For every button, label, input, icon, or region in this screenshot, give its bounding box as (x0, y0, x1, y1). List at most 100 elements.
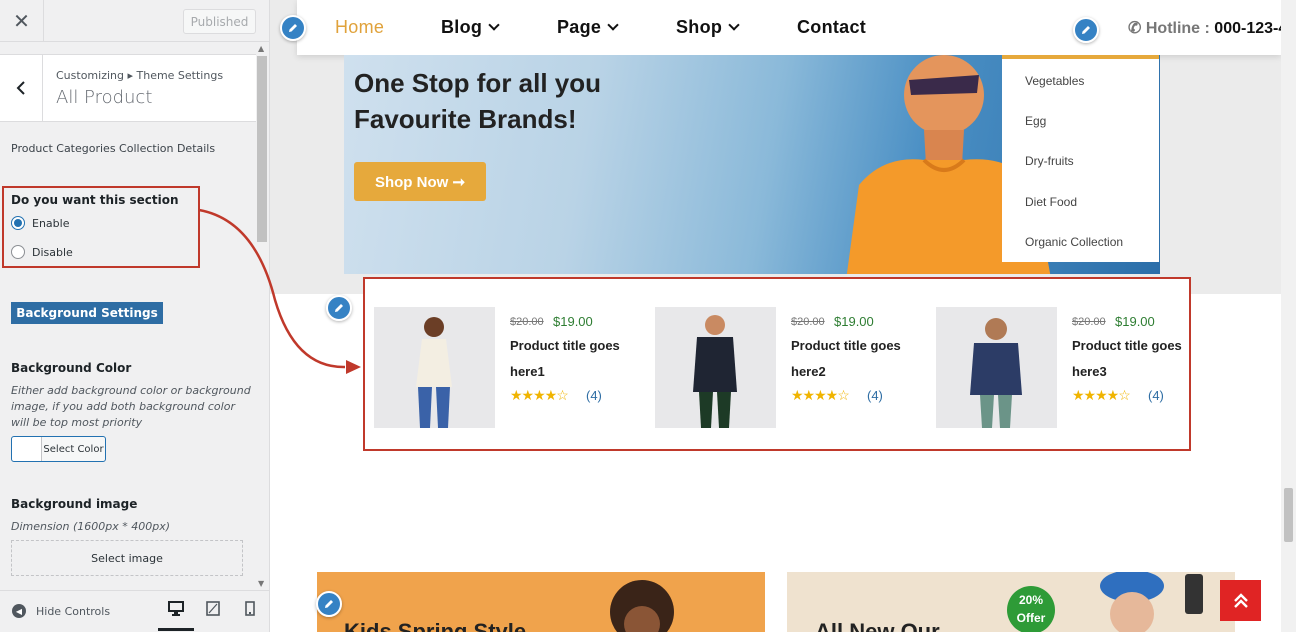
price: $19.00 (553, 314, 593, 329)
review-count[interactable]: (4) (586, 388, 602, 403)
customizer-panel: Customizing ▸ Theme Settings All Product… (0, 42, 256, 590)
products-section: $20.00 $19.00 Product title goes here1 ★… (363, 277, 1191, 451)
category-item[interactable]: Vegetables (1025, 74, 1084, 88)
banner-text: All New Our (815, 619, 940, 632)
product-card[interactable]: $20.00 $19.00 Product title goes here1 ★… (374, 307, 644, 429)
radio-disable[interactable]: Disable (11, 245, 73, 259)
product-title-suffix[interactable]: here1 (510, 364, 545, 379)
section-title: All Product (56, 87, 153, 108)
mobile-preview-button[interactable] (232, 601, 268, 631)
product-card[interactable]: $20.00 $19.00 Product title goes here3 ★… (936, 307, 1206, 429)
price: $19.00 (834, 314, 874, 329)
desktop-preview-button[interactable] (158, 601, 194, 631)
product-image[interactable] (374, 307, 495, 428)
chevron-left-icon (16, 81, 25, 95)
close-icon: ✕ (13, 9, 30, 33)
old-price: $20.00 (791, 316, 825, 328)
customizer-header: ✕ Published (0, 0, 269, 42)
scroll-to-top-button[interactable] (1220, 580, 1261, 621)
section-toggle-label: Do you want this section (11, 193, 179, 207)
nav-home[interactable]: Home (335, 17, 384, 38)
chevron-down-icon (488, 19, 500, 31)
hero-title-line2: Favourite Brands! (354, 104, 577, 134)
product-title[interactable]: Product title goes (510, 338, 620, 353)
hide-controls-label: Hide Controls (36, 604, 111, 618)
radio-enable[interactable]: Enable (11, 216, 69, 230)
select-image-button[interactable]: Select image (11, 540, 243, 576)
chevron-down-icon (607, 19, 619, 31)
published-button[interactable]: Published (183, 9, 256, 34)
nav-contact-label: Contact (797, 17, 867, 37)
product-image[interactable] (655, 307, 776, 428)
offer-badge: 20% Offer (1007, 586, 1055, 632)
customizer-footer: ◀ Hide Controls (0, 590, 269, 632)
rating-stars: ★★★★☆ (510, 387, 569, 403)
tablet-preview-button[interactable] (195, 601, 231, 631)
edit-navbar-pencil[interactable] (280, 15, 306, 41)
category-menu: Vegetables Egg Dry-fruits Diet Food Orga… (1002, 55, 1159, 262)
product-card[interactable]: $20.00 $19.00 Product title goes here2 ★… (655, 307, 925, 429)
select-color-button[interactable]: Select Color (11, 436, 106, 462)
pencil-icon (325, 600, 333, 608)
select-color-label: Select Color (43, 443, 104, 455)
radio-enable-dot[interactable] (11, 216, 25, 230)
rating-stars: ★★★★☆ (1072, 387, 1131, 403)
preview-scrollbar[interactable] (1281, 0, 1296, 632)
rating-stars: ★★★★☆ (791, 387, 850, 403)
offer-badge-percent: 20% (1018, 593, 1044, 607)
hotline-label: Hotline : (1145, 20, 1215, 37)
background-color-description: Either add background color or backgroun… (11, 384, 251, 429)
nav-shop[interactable]: Shop (676, 17, 740, 38)
old-price: $20.00 (1072, 316, 1106, 328)
hero-title: One Stop for all you Favourite Brands! (354, 65, 654, 137)
nav-page-label: Page (557, 17, 602, 37)
promo-banner-kids[interactable]: Kids Spring Style (317, 572, 765, 632)
radio-disable-dot[interactable] (11, 245, 25, 259)
product-title-suffix[interactable]: here3 (1072, 364, 1107, 379)
shop-now-button[interactable]: Shop Now ➞ (354, 162, 486, 201)
product-title-suffix[interactable]: here2 (791, 364, 826, 379)
nav-home-label: Home (335, 17, 385, 37)
edit-banner-pencil[interactable] (316, 591, 342, 617)
color-swatch[interactable] (12, 437, 42, 461)
offer-badge-label: Offer (1016, 611, 1046, 625)
review-count[interactable]: (4) (867, 388, 883, 403)
pencil-icon (289, 24, 297, 32)
double-chevron-up-icon (1233, 592, 1248, 608)
category-item[interactable]: Dry-fruits (1025, 154, 1074, 168)
section-header: Customizing ▸ Theme Settings All Product (0, 54, 256, 122)
close-button[interactable]: ✕ (0, 0, 44, 42)
category-item[interactable]: Organic Collection (1025, 235, 1123, 249)
tablet-icon (206, 601, 220, 616)
top-navbar: Home Blog Page Shop Contact ✆ Hotline : … (297, 0, 1296, 55)
scroll-up-icon[interactable]: ▲ (258, 44, 264, 53)
sidebar-scrollbar[interactable]: ▲ ▼ (256, 42, 269, 590)
nav-blog[interactable]: Blog (441, 17, 500, 38)
radio-disable-label: Disable (32, 245, 73, 259)
hotline[interactable]: ✆ Hotline : 000-123-454 (1128, 18, 1296, 38)
back-button[interactable] (0, 55, 43, 121)
category-item[interactable]: Egg (1025, 114, 1046, 128)
nav-contact[interactable]: Contact (797, 17, 866, 38)
pencil-icon (1082, 26, 1090, 34)
hero-title-line1: One Stop for all you (354, 68, 602, 98)
scroll-down-icon[interactable]: ▼ (258, 579, 264, 588)
product-image[interactable] (936, 307, 1057, 428)
kid-image (610, 580, 674, 632)
edit-products-pencil[interactable] (326, 295, 352, 321)
nav-page[interactable]: Page (557, 17, 619, 38)
promo-banner-offer[interactable]: 20% Offer All New Our (787, 572, 1235, 632)
category-item[interactable]: Diet Food (1025, 195, 1077, 209)
customizer-sidebar: ✕ Published Customizing ▸ Theme Settings… (0, 0, 270, 632)
radio-enable-label: Enable (32, 216, 70, 230)
scrollbar-thumb[interactable] (257, 56, 267, 242)
background-image-dimension: Dimension (1600px * 400px) (11, 520, 171, 533)
review-count[interactable]: (4) (1148, 388, 1164, 403)
product-title[interactable]: Product title goes (791, 338, 901, 353)
preview-scrollbar-thumb[interactable] (1284, 488, 1293, 542)
hide-controls-button[interactable]: ◀ Hide Controls (12, 604, 110, 618)
product-title[interactable]: Product title goes (1072, 338, 1182, 353)
collapse-icon: ◀ (12, 604, 26, 618)
woman-image (1100, 572, 1203, 632)
edit-hotline-pencil[interactable] (1073, 17, 1099, 43)
